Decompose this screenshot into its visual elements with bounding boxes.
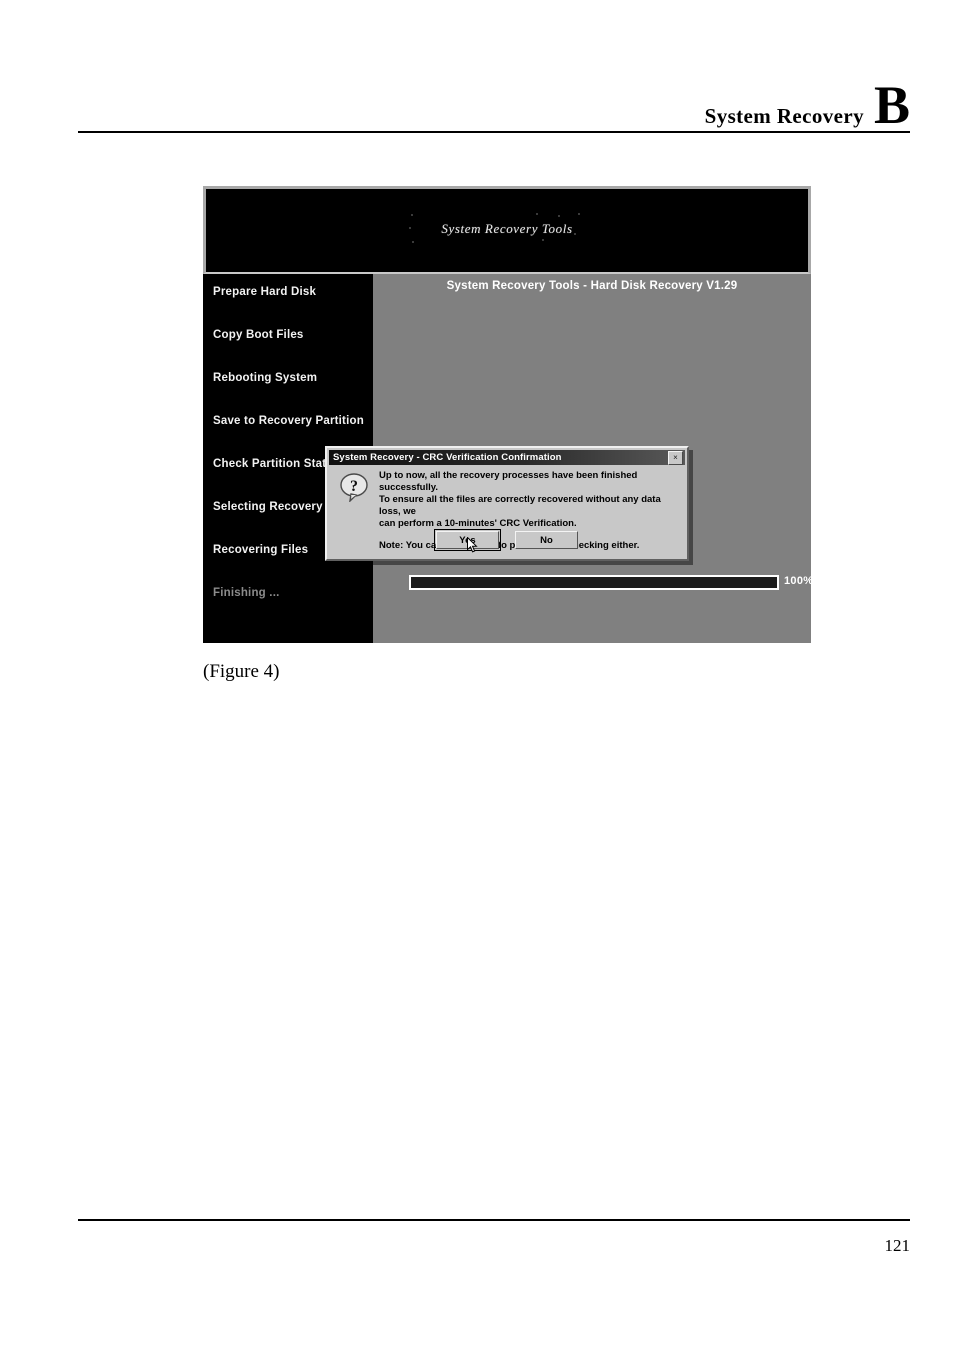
app-banner: System Recovery Tools	[203, 186, 811, 274]
dialog-message-line-1: Up to now, all the recovery processes ha…	[379, 470, 638, 493]
chapter-title: System Recovery	[704, 104, 864, 128]
dialog-title: System Recovery - CRC Verification Confi…	[333, 452, 562, 463]
progress-bar-fill	[411, 577, 777, 588]
page-number: 121	[884, 1236, 911, 1255]
dialog-message-line-2: To ensure all the files are correctly re…	[379, 494, 661, 517]
dialog-button-row: Yes No	[327, 529, 687, 553]
step-item-copy-boot-files[interactable]: Copy Boot Files	[213, 329, 388, 341]
app-body: Prepare Hard Disk Copy Boot Files Reboot…	[203, 274, 814, 643]
banner-noise-speck	[558, 215, 560, 217]
yes-button-label: Yes	[459, 534, 476, 546]
step-item-finishing: Finishing ...	[213, 587, 280, 599]
banner-noise-speck	[536, 213, 538, 215]
progress-bar	[409, 575, 779, 590]
progress-row: 100%	[409, 573, 814, 593]
banner-noise-speck	[578, 213, 580, 215]
recovery-tool-screenshot: System Recovery Tools Prepare Hard Disk …	[203, 186, 814, 643]
app-banner-title: System Recovery Tools	[441, 221, 573, 236]
footer-divider	[78, 1219, 910, 1221]
question-mark-icon: ?	[339, 472, 369, 503]
crc-verification-dialog: System Recovery - CRC Verification Confi…	[325, 446, 689, 561]
step-item-save-to-recovery-partition[interactable]: Save to Recovery Partition	[213, 415, 388, 427]
banner-noise-speck	[411, 214, 413, 216]
header-divider	[78, 131, 910, 133]
close-icon[interactable]: ×	[668, 451, 683, 465]
svg-text:?: ?	[350, 478, 358, 495]
content-heading: System Recovery Tools - Hard Disk Recove…	[446, 280, 738, 292]
chapter-letter: B	[873, 75, 910, 135]
step-item-rebooting-system[interactable]: Rebooting System	[213, 372, 388, 384]
no-button[interactable]: No	[515, 531, 578, 549]
progress-percent-label: 100%	[784, 575, 814, 587]
no-button-label: No	[540, 534, 553, 546]
yes-button[interactable]: Yes	[434, 529, 501, 553]
step-item-prepare-hard-disk[interactable]: Prepare Hard Disk	[213, 286, 388, 298]
figure-caption: (Figure 4)	[203, 661, 280, 682]
page-header: System Recovery B	[78, 78, 910, 136]
banner-noise-speck	[542, 239, 544, 241]
chapter-heading: System Recovery B	[78, 78, 910, 132]
banner-noise-speck	[412, 241, 414, 243]
dialog-message-line-3: can perform a 10-minutes' CRC Verificati…	[379, 518, 577, 529]
dialog-titlebar[interactable]: System Recovery - CRC Verification Confi…	[329, 450, 685, 465]
